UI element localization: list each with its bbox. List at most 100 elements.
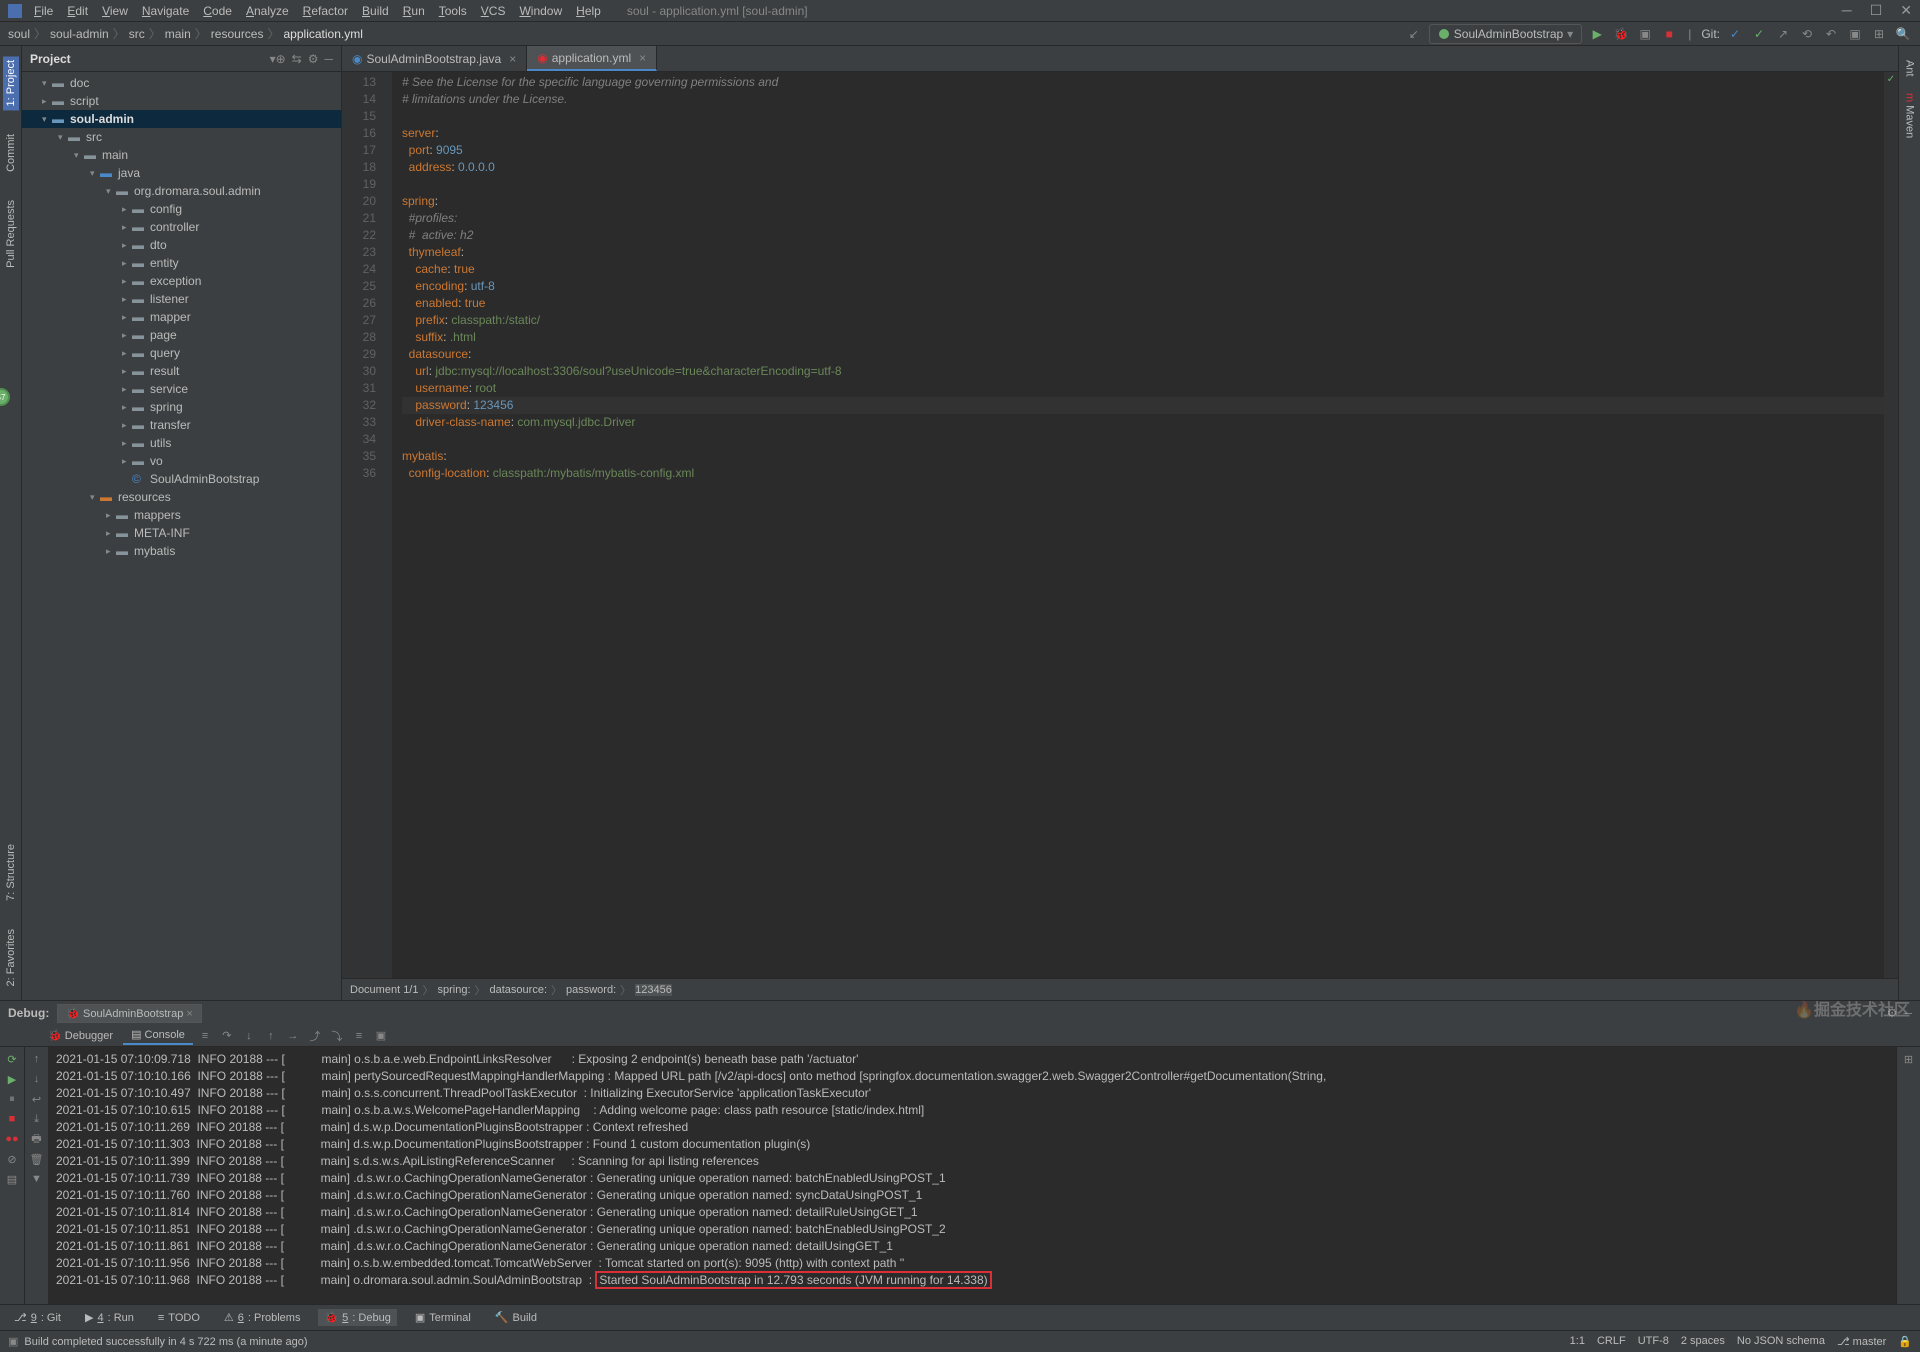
menu-build[interactable]: Build xyxy=(356,2,395,20)
step-icon[interactable]: ↷ xyxy=(219,1028,235,1044)
view-breakpoints-icon[interactable]: ●● xyxy=(4,1131,20,1147)
ant-tool-tab[interactable]: Ant xyxy=(1902,56,1918,81)
tool-tab-build[interactable]: 🔨 Build xyxy=(489,1309,543,1326)
ide-layout-icon[interactable]: ⊞ xyxy=(1870,25,1888,43)
scroll-up-icon[interactable]: ↑ xyxy=(29,1051,45,1067)
project-tree[interactable]: ▾▬doc▸▬script▾▬soul-admin▾▬src▾▬main▾▬ja… xyxy=(22,72,341,1000)
tool-tab-debug[interactable]: 🐞 5: Debug xyxy=(318,1309,396,1326)
minimize-icon[interactable]: ─ xyxy=(1842,2,1852,19)
tree-node[interactable]: ▸▬result xyxy=(22,362,341,380)
tree-node[interactable]: ▸▬dto xyxy=(22,236,341,254)
step-icon[interactable]: ⤴ xyxy=(307,1028,323,1044)
expand-all-icon[interactable]: ⇆ xyxy=(292,52,302,66)
console-output[interactable]: 2021-01-15 07:10:09.718 INFO 20188 --- [… xyxy=(48,1047,1896,1304)
inspection-indicator[interactable]: ✓ xyxy=(1884,72,1898,87)
layout-icon[interactable]: ▤ xyxy=(4,1171,20,1187)
maximize-icon[interactable]: ☐ xyxy=(1870,2,1883,19)
tree-node[interactable]: ▾▬src xyxy=(22,128,341,146)
add-config-icon[interactable]: ↙ xyxy=(1405,25,1423,43)
menu-run[interactable]: Run xyxy=(397,2,431,20)
debug-icon[interactable]: 🐞 xyxy=(1612,25,1630,43)
indent-settings[interactable]: 2 spaces xyxy=(1681,1335,1725,1348)
maven-tool-tab[interactable]: m Maven xyxy=(1902,89,1918,142)
clear-icon[interactable]: 🗑 xyxy=(29,1151,45,1167)
vcs-rollback-icon[interactable]: ↶ xyxy=(1822,25,1840,43)
menu-view[interactable]: View xyxy=(96,2,134,20)
line-separator[interactable]: CRLF xyxy=(1597,1335,1626,1348)
tree-node[interactable]: ▸▬service xyxy=(22,380,341,398)
menu-code[interactable]: Code xyxy=(197,2,238,20)
tree-node[interactable]: ▸▬transfer xyxy=(22,416,341,434)
editor-breadcrumb-item[interactable]: 123456 xyxy=(635,984,672,996)
project-tool-tab[interactable]: 1: Project xyxy=(3,56,19,110)
pull-requests-tool-tab[interactable]: Pull Requests xyxy=(3,196,19,272)
tree-node[interactable]: ▸▬spring xyxy=(22,398,341,416)
tree-node[interactable]: ▸▬entity xyxy=(22,254,341,272)
editor-tab[interactable]: ◉application.yml× xyxy=(527,46,657,71)
breadcrumb-item[interactable]: soul-admin xyxy=(50,27,109,41)
commit-tool-tab[interactable]: Commit xyxy=(3,130,19,176)
structure-tool-tab[interactable]: 7: Structure xyxy=(3,840,19,905)
resume-icon[interactable]: ▶ xyxy=(4,1071,20,1087)
step-icon[interactable]: ↑ xyxy=(263,1028,279,1044)
caret-position[interactable]: 1:1 xyxy=(1570,1335,1585,1348)
tree-node[interactable]: ©SoulAdminBootstrap xyxy=(22,470,341,488)
tool-tab-git[interactable]: ⎇ 9: Git xyxy=(8,1309,67,1326)
tool-tab-todo[interactable]: ≡ TODO xyxy=(152,1310,206,1326)
vcs-commit-icon[interactable]: ✓ xyxy=(1750,25,1768,43)
close-tab-icon[interactable]: × xyxy=(639,51,646,65)
editor-breadcrumb-item[interactable]: spring: xyxy=(437,984,470,996)
menu-file[interactable]: File xyxy=(28,2,59,20)
search-everywhere-icon[interactable]: 🔍 xyxy=(1894,25,1912,43)
menu-edit[interactable]: Edit xyxy=(61,2,94,20)
tree-node[interactable]: ▸▬listener xyxy=(22,290,341,308)
editor-breadcrumb-bar[interactable]: Document 1/1〉spring:〉datasource:〉passwor… xyxy=(342,978,1898,1000)
select-opened-file-icon[interactable]: ⊕ xyxy=(276,52,286,66)
tool-tab-terminal[interactable]: ▣ Terminal xyxy=(409,1309,477,1326)
debug-settings-icon[interactable]: ⚙ xyxy=(1887,1006,1898,1020)
tree-node[interactable]: ▸▬exception xyxy=(22,272,341,290)
debug-subtab-debugger[interactable]: 🐞 Debugger xyxy=(40,1027,121,1044)
collapse-all-icon[interactable]: ⚙ xyxy=(308,52,319,66)
menu-tools[interactable]: Tools xyxy=(433,2,473,20)
breadcrumb-item[interactable]: main xyxy=(165,27,191,41)
editor-breadcrumb-item[interactable]: datasource: xyxy=(490,984,547,996)
tree-node[interactable]: ▾▬java xyxy=(22,164,341,182)
code-editor[interactable]: # See the License for the specific langu… xyxy=(392,72,1884,978)
mute-breakpoints-icon[interactable]: ⊘ xyxy=(4,1151,20,1167)
stop-icon[interactable]: ■ xyxy=(1660,25,1678,43)
step-icon[interactable]: → xyxy=(285,1028,301,1044)
tree-node[interactable]: ▸▬utils xyxy=(22,434,341,452)
breadcrumb-item[interactable]: application.yml xyxy=(284,27,363,41)
tree-node[interactable]: ▸▬query xyxy=(22,344,341,362)
scroll-down-icon[interactable]: ↓ xyxy=(29,1071,45,1087)
tool-tab-run[interactable]: ▶ 4: Run xyxy=(79,1309,140,1326)
tree-node[interactable]: ▾▬org.dromara.soul.admin xyxy=(22,182,341,200)
json-schema[interactable]: No JSON schema xyxy=(1737,1335,1825,1348)
print-icon[interactable]: 🖶 xyxy=(29,1131,45,1147)
vcs-update-icon[interactable]: ✓ xyxy=(1726,25,1744,43)
status-icon[interactable]: ▣ xyxy=(8,1335,18,1348)
close-tab-icon[interactable]: × xyxy=(509,52,516,66)
step-icon[interactable]: ≡ xyxy=(351,1028,367,1044)
rerun-icon[interactable]: ⟳ xyxy=(4,1051,20,1067)
favorites-tool-tab[interactable]: 2: Favorites xyxy=(3,925,19,990)
tree-node[interactable]: ▸▬mybatis xyxy=(22,542,341,560)
menu-refactor[interactable]: Refactor xyxy=(297,2,354,20)
debug-subtab-console[interactable]: ▤ Console xyxy=(123,1026,193,1045)
debug-session-tab[interactable]: 🐞SoulAdminBootstrap × xyxy=(57,1004,201,1023)
soft-wrap-icon[interactable]: ↩ xyxy=(29,1091,45,1107)
vcs-push-icon[interactable]: ↗ xyxy=(1774,25,1792,43)
step-icon[interactable]: ▣ xyxy=(373,1028,389,1044)
hide-panel-icon[interactable]: ─ xyxy=(324,52,333,66)
layout-settings-icon[interactable]: ⊞ xyxy=(1901,1051,1917,1067)
menu-vcs[interactable]: VCS xyxy=(475,2,512,20)
menu-navigate[interactable]: Navigate xyxy=(136,2,195,20)
tool-tab-problems[interactable]: ⚠ 6: Problems xyxy=(218,1309,307,1326)
tree-node[interactable]: ▸▬controller xyxy=(22,218,341,236)
menu-window[interactable]: Window xyxy=(513,2,568,20)
step-icon[interactable]: ⤵ xyxy=(329,1028,345,1044)
breadcrumb-item[interactable]: soul xyxy=(8,27,30,41)
git-branch[interactable]: ⎇ master xyxy=(1837,1335,1886,1348)
debug-minimize-icon[interactable]: ─ xyxy=(1903,1006,1912,1020)
